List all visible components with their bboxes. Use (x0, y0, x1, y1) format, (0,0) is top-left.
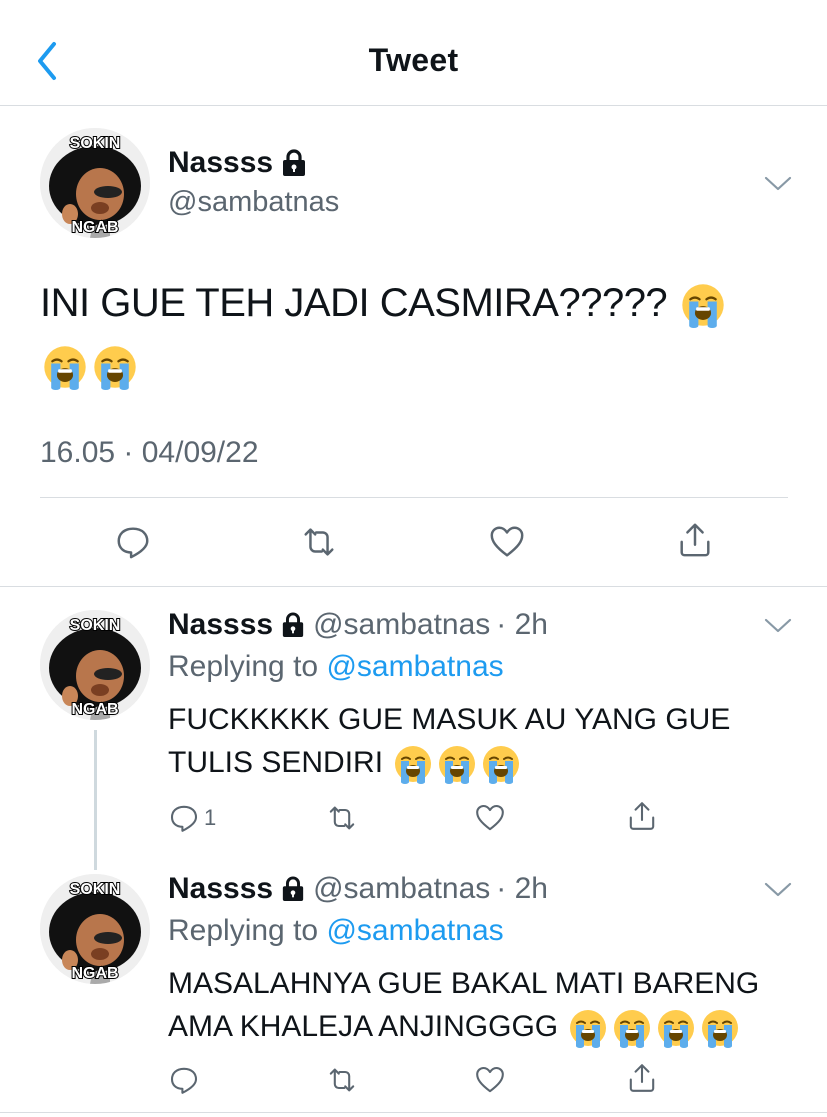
retweet-button[interactable] (326, 798, 366, 838)
reply-time: · 2h (496, 608, 548, 641)
svg-text:SOKIN: SOKIN (70, 617, 121, 634)
reply-button[interactable] (168, 1060, 208, 1100)
author-name[interactable]: Nassss (168, 872, 273, 906)
replying-to: Replying to @sambatnas (168, 914, 504, 948)
mention-link[interactable]: @sambatnas (326, 650, 503, 683)
loudly-crying-face-icon (481, 744, 521, 785)
reply-text-line: TULIS SENDIRI (168, 746, 384, 779)
like-button[interactable] (474, 1060, 514, 1100)
reply-header: Nassss @sambatnas · 2h (168, 608, 548, 642)
like-button[interactable] (488, 522, 528, 562)
svg-text:NGAB: NGAB (71, 965, 118, 982)
heart-icon (474, 802, 506, 834)
retweet-button[interactable] (300, 522, 340, 562)
loudly-crying-face-icon (92, 344, 138, 391)
divider (0, 1112, 827, 1113)
author-handle[interactable]: @sambatnas (168, 186, 339, 219)
share-button[interactable] (676, 520, 716, 560)
svg-text:SOKIN: SOKIN (70, 135, 121, 152)
reply-icon (168, 802, 200, 834)
divider (0, 586, 827, 587)
reply-count: 1 (204, 805, 217, 830)
reply-time: · 2h (496, 872, 548, 905)
author-handle[interactable]: @sambatnas (313, 608, 490, 642)
tweet-timestamp[interactable]: 16.05 · 04/09/22 (40, 436, 259, 470)
reply-button[interactable] (114, 522, 154, 562)
replying-prefix: Replying to (168, 914, 319, 947)
svg-text:SOKIN: SOKIN (70, 881, 121, 898)
chevron-down-icon (764, 176, 792, 191)
reply-header: Nassss @sambatnas · 2h (168, 872, 548, 906)
replying-prefix: Replying to (168, 650, 319, 683)
divider (40, 497, 788, 498)
tweet-text-content: INI GUE TEH JADI CASMIRA????? (40, 281, 668, 325)
chevron-down-icon (764, 618, 792, 633)
reply-text-line: MASALAHNYA GUE BAKAL MATI BARENG (168, 967, 760, 1000)
heart-icon (474, 1064, 506, 1096)
share-icon (626, 1062, 658, 1094)
more-menu-button[interactable] (763, 174, 793, 194)
reply-icon (114, 523, 152, 561)
loudly-crying-face-icon (393, 744, 433, 785)
loudly-crying-face-icon (437, 744, 477, 785)
lock-icon (283, 149, 306, 176)
like-button[interactable] (474, 798, 514, 838)
avatar[interactable]: SOKIN NGAB (40, 874, 150, 984)
author-handle[interactable]: @sambatnas (313, 872, 490, 906)
more-menu-button[interactable] (763, 880, 793, 900)
replying-to: Replying to @sambatnas (168, 650, 504, 684)
loudly-crying-face-icon (612, 1008, 652, 1049)
author-name[interactable]: Nassss (168, 146, 307, 180)
svg-text:NGAB: NGAB (71, 219, 118, 236)
page-title: Tweet (368, 42, 459, 78)
author-name-text: Nassss (168, 146, 274, 179)
top-bar: Tweet (0, 0, 827, 106)
heart-icon (488, 523, 526, 561)
reply-text-line: FUCKKKKK GUE MASUK AU YANG GUE (168, 703, 731, 736)
tweet-text: INI GUE TEH JADI CASMIRA????? (40, 272, 800, 396)
avatar-image: SOKIN NGAB (40, 610, 150, 720)
reply-text: FUCKKKKK GUE MASUK AU YANG GUE TULIS SEN… (168, 698, 788, 785)
svg-text:NGAB: NGAB (71, 701, 118, 718)
reply-text: MASALAHNYA GUE BAKAL MATI BARENG AMA KHA… (168, 962, 808, 1049)
reply-button[interactable]: 1 (168, 798, 238, 838)
lock-icon (282, 612, 304, 637)
loudly-crying-face-icon (680, 282, 726, 329)
share-icon (626, 800, 658, 832)
retweet-button[interactable] (326, 1060, 366, 1100)
avatar-image: SOKIN NGAB (40, 874, 150, 984)
more-menu-button[interactable] (763, 616, 793, 636)
retweet-icon (326, 1064, 358, 1096)
avatar-image: SOKIN NGAB (40, 128, 150, 238)
reply-text-line: AMA KHALEJA ANJINGGGG (168, 1010, 559, 1043)
avatar[interactable]: SOKIN NGAB (40, 128, 150, 238)
share-button[interactable] (626, 1058, 666, 1098)
chevron-down-icon (764, 882, 792, 897)
avatar[interactable]: SOKIN NGAB (40, 610, 150, 720)
lock-icon (282, 876, 304, 901)
loudly-crying-face-icon (568, 1008, 608, 1049)
share-button[interactable] (626, 796, 666, 836)
reply-icon (168, 1064, 200, 1096)
author-name[interactable]: Nassss (168, 608, 273, 642)
share-icon (676, 521, 714, 559)
retweet-icon (326, 802, 358, 834)
loudly-crying-face-icon (42, 344, 88, 391)
thread-connector (94, 730, 97, 870)
loudly-crying-face-icon (656, 1008, 696, 1049)
loudly-crying-face-icon (700, 1008, 740, 1049)
mention-link[interactable]: @sambatnas (326, 914, 503, 947)
retweet-icon (300, 523, 338, 561)
